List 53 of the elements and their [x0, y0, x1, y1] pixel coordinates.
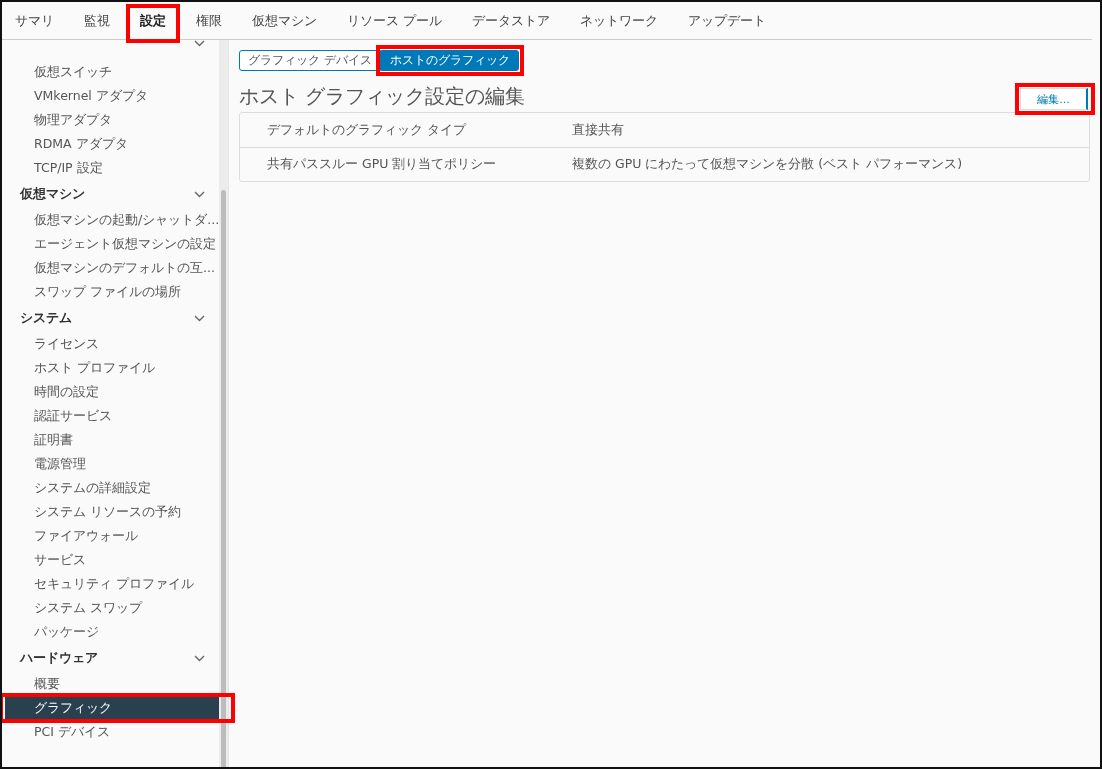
- group-title: 仮想マシン: [20, 185, 85, 203]
- sidebar-item[interactable]: スワップ ファイルの場所: [5, 280, 220, 304]
- sub-tab[interactable]: グラフィック デバイス: [239, 50, 381, 71]
- sidebar-item[interactable]: ファイアウォール: [5, 524, 220, 548]
- sidebar-item[interactable]: 物理アダプタ: [5, 108, 220, 132]
- chevron-icon[interactable]: [194, 40, 206, 47]
- tab[interactable]: アップデート: [677, 2, 778, 39]
- tab[interactable]: データストア: [461, 2, 562, 39]
- sidebar-item[interactable]: 仮想スイッチ: [5, 60, 220, 84]
- scrollbar-thumb[interactable]: [221, 190, 226, 767]
- sidebar-item[interactable]: TCP/IP 設定: [5, 156, 220, 180]
- sidebar-item[interactable]: ホスト プロファイル: [5, 356, 220, 380]
- sidebar-item[interactable]: エージェント仮想マシンの設定: [5, 232, 220, 256]
- tab[interactable]: サマリ: [4, 2, 65, 39]
- tab[interactable]: 監視: [73, 2, 121, 39]
- chevron-icon[interactable]: [194, 314, 206, 322]
- sidebar-item[interactable]: VMkernel アダプタ: [5, 84, 220, 108]
- sidebar-item[interactable]: 時間の設定: [5, 380, 220, 404]
- sidebar-item[interactable]: システム リソースの予約: [5, 500, 220, 524]
- sidebar-item[interactable]: PCI デバイス: [5, 720, 220, 744]
- sidebar-item[interactable]: RDMA アダプタ: [5, 132, 220, 156]
- tab[interactable]: 仮想マシン: [241, 2, 328, 39]
- sidebar-group-header[interactable]: ハードウェア: [2, 644, 220, 672]
- sub-tab[interactable]: ホストのグラフィック: [380, 50, 519, 71]
- setting-value: 複数の GPU にわたって仮想マシンを分散 (ベスト パフォーマンス): [572, 156, 963, 173]
- sidebar-item[interactable]: ライセンス: [5, 332, 220, 356]
- sidebar-item[interactable]: 概要: [5, 672, 220, 696]
- sidebar-group-header[interactable]: システム: [2, 304, 220, 332]
- setting-value: 直接共有: [572, 121, 624, 139]
- tab[interactable]: ネットワーク: [569, 2, 670, 39]
- tab[interactable]: リソース プール: [336, 2, 454, 39]
- chevron-icon[interactable]: [194, 654, 206, 662]
- sidebar-group-header[interactable]: 仮想マシン: [2, 180, 220, 208]
- tab[interactable]: 設定: [129, 2, 177, 39]
- chevron-icon[interactable]: [194, 190, 206, 198]
- sidebar-item[interactable]: サービス: [5, 548, 220, 572]
- tab[interactable]: 権限: [185, 2, 233, 39]
- sidebar-item[interactable]: パッケージ: [5, 620, 220, 644]
- page-heading: ホスト グラフィック設定の編集: [239, 83, 526, 110]
- sidebar-item[interactable]: システムの詳細設定: [5, 476, 220, 500]
- sidebar-item[interactable]: システム スワップ: [5, 596, 220, 620]
- edit-button[interactable]: 編集...: [1020, 88, 1088, 110]
- group-title: ハードウェア: [20, 649, 98, 667]
- setting-name: デフォルトのグラフィック タイプ: [266, 121, 468, 139]
- group-title: システム: [20, 309, 72, 327]
- sidebar-item[interactable]: グラフィック: [5, 696, 220, 720]
- sidebar-item[interactable]: 認証サービス: [5, 404, 220, 428]
- sidebar-item[interactable]: 仮想マシンのデフォルトの互...: [5, 256, 220, 280]
- sidebar-item[interactable]: 証明書: [5, 428, 220, 452]
- sidebar-item[interactable]: セキュリティ プロファイル: [5, 572, 220, 596]
- sidebar-item[interactable]: 仮想マシンの起動/シャットダ...: [5, 208, 220, 232]
- sidebar-item[interactable]: 電源管理: [5, 452, 220, 476]
- setting-name: 共有パススルー GPU 割り当てポリシー: [266, 156, 498, 173]
